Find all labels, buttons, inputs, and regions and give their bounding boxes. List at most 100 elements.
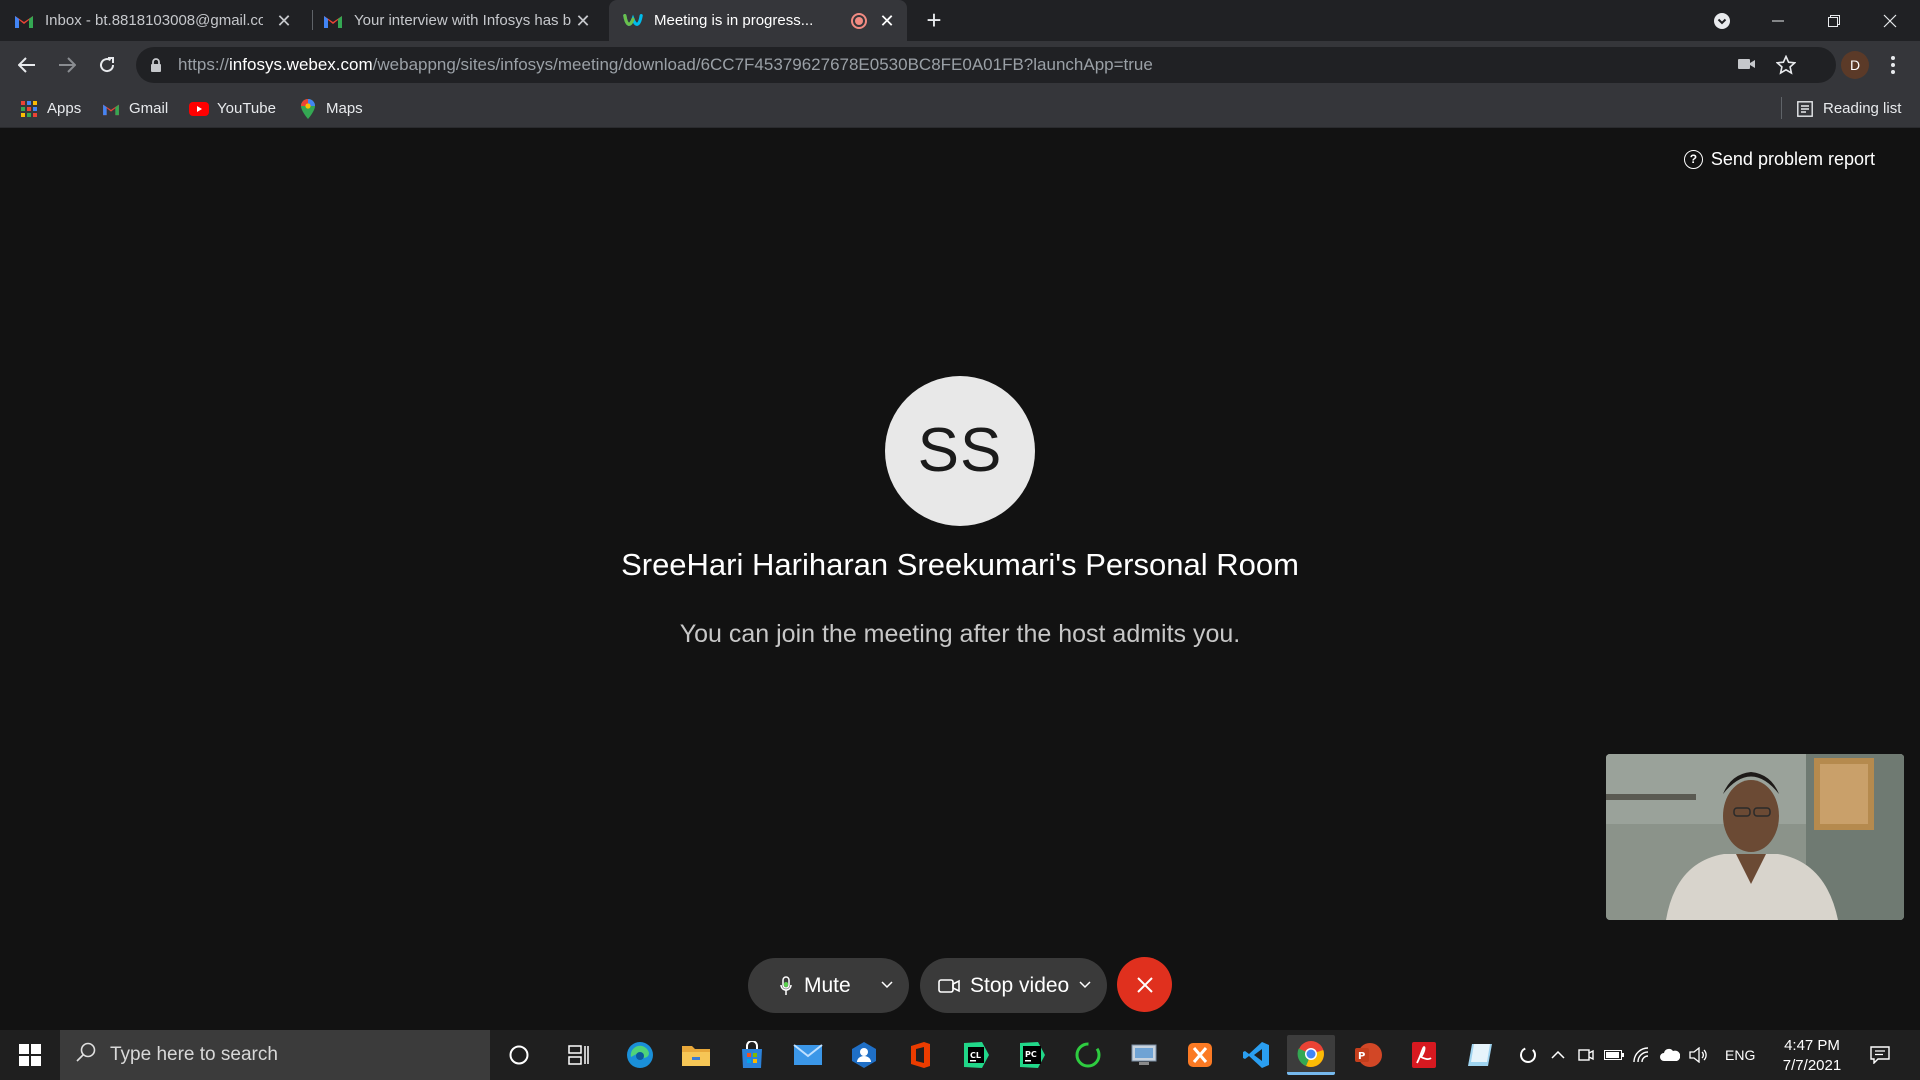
video-camera-icon: [938, 978, 960, 994]
youtube-icon: [189, 99, 209, 119]
close-tab-icon[interactable]: ✕: [573, 11, 593, 31]
taskbar-clock[interactable]: 4:47 PM 7/7/2021: [1770, 1036, 1854, 1076]
gmail-icon: [101, 99, 121, 119]
windows-start-button[interactable]: [0, 1030, 60, 1080]
mail-icon[interactable]: [784, 1035, 832, 1075]
send-problem-report-label: Send problem report: [1710, 149, 1875, 169]
edge-browser-icon[interactable]: [616, 1035, 664, 1075]
vscode-icon[interactable]: [1232, 1035, 1280, 1075]
taskbar-search-placeholder: Type here to search: [110, 1044, 278, 1065]
notifications-icon[interactable]: [1856, 1035, 1904, 1075]
reload-icon[interactable]: [91, 49, 123, 81]
clock-time: 4:47 PM: [1784, 1037, 1840, 1054]
leave-meeting-button[interactable]: [1117, 957, 1172, 1012]
stop-video-button[interactable]: Stop video: [920, 958, 1107, 1013]
language-indicator[interactable]: ENG: [1725, 1047, 1755, 1063]
browser-toolbar: https://infosys.webex.com/webappng/sites…: [0, 41, 1920, 89]
acrobat-icon[interactable]: [1400, 1035, 1448, 1075]
xampp-icon[interactable]: [1176, 1035, 1224, 1075]
browser-tabstrip: Inbox - bt.8818103008@gmail.co ✕ Your in…: [0, 0, 1920, 41]
help-icon: ?: [1683, 150, 1703, 169]
url-text: https://infosys.webex.com/webappng/sites…: [178, 55, 1153, 74]
tab-title: Meeting is in progress...: [654, 12, 814, 29]
reading-list-label: Reading list: [1823, 100, 1902, 117]
taskbar-search-box[interactable]: Type here to search: [60, 1030, 490, 1080]
tab-title: Inbox - bt.8818103008@gmail.co: [45, 12, 263, 29]
bookmark-label: YouTube: [217, 100, 276, 117]
bookmark-gmail[interactable]: Gmail: [101, 89, 168, 128]
lock-icon[interactable]: [150, 58, 168, 72]
chevron-down-icon[interactable]: [875, 973, 899, 997]
bookmarks-bar: Apps Gmail YouTube Maps Reading list: [0, 89, 1920, 128]
tab-inbox[interactable]: Inbox - bt.8818103008@gmail.co ✕: [14, 0, 304, 41]
tab-interview[interactable]: Your interview with Infosys has b ✕: [323, 0, 603, 41]
bookmark-youtube[interactable]: YouTube: [189, 89, 276, 128]
gmail-icon: [14, 11, 34, 31]
onedrive-icon[interactable]: [1657, 1048, 1683, 1062]
windows-taskbar: Type here to search CL PC P ENG 4:47 PM …: [0, 1030, 1920, 1080]
refresh-app-icon[interactable]: [1064, 1035, 1112, 1075]
gmail-icon: [323, 11, 343, 31]
clock-date: 7/7/2021: [1782, 1057, 1842, 1074]
notes-app-icon[interactable]: [1456, 1035, 1504, 1075]
stop-video-label: Stop video: [970, 973, 1070, 997]
wifi-icon[interactable]: [1629, 1047, 1655, 1063]
room-title: SreeHari Hariharan Sreekumari's Personal…: [621, 547, 1299, 582]
tab-search-icon[interactable]: [1694, 0, 1750, 41]
microphone-icon: [780, 975, 792, 996]
volume-icon[interactable]: [1685, 1047, 1711, 1063]
mute-button[interactable]: Mute: [748, 958, 909, 1013]
sync-icon[interactable]: [1515, 1046, 1541, 1064]
apps-grid-icon: [19, 99, 39, 119]
host-avatar: SS: [885, 376, 1035, 526]
bookmark-label: Maps: [326, 100, 363, 117]
self-video-preview: [1606, 754, 1904, 920]
close-icon: [1136, 976, 1154, 994]
menu-kebab-icon[interactable]: [1877, 49, 1909, 81]
people-app-icon[interactable]: [840, 1035, 888, 1075]
cortana-icon[interactable]: [495, 1035, 543, 1075]
task-view-icon[interactable]: [555, 1035, 603, 1075]
close-tab-icon[interactable]: ✕: [274, 11, 294, 31]
chrome-icon[interactable]: [1287, 1035, 1335, 1075]
office-icon[interactable]: [896, 1035, 944, 1075]
powerpoint-icon[interactable]: P: [1344, 1035, 1392, 1075]
minimize-button[interactable]: [1750, 0, 1806, 41]
svg-text:P: P: [1358, 1051, 1365, 1062]
camera-permission-icon[interactable]: [1738, 56, 1756, 76]
back-icon[interactable]: [11, 49, 43, 81]
svg-text:CL: CL: [970, 1051, 981, 1060]
battery-icon[interactable]: [1601, 1050, 1627, 1060]
webex-icon: [623, 11, 643, 31]
chevron-down-icon[interactable]: [1073, 973, 1097, 997]
maps-pin-icon: [298, 98, 318, 119]
new-tab-button[interactable]: +: [920, 7, 948, 35]
close-tab-icon[interactable]: ✕: [877, 11, 897, 31]
meet-now-icon[interactable]: [1573, 1047, 1599, 1063]
pycharm-icon[interactable]: PC: [1008, 1035, 1056, 1075]
remote-desktop-icon[interactable]: [1120, 1035, 1168, 1075]
close-window-button[interactable]: [1862, 0, 1918, 41]
svg-text:PC: PC: [1025, 1050, 1037, 1059]
address-bar[interactable]: https://infosys.webex.com/webappng/sites…: [136, 47, 1836, 83]
bookmark-label: Gmail: [129, 100, 169, 117]
file-explorer-icon[interactable]: [672, 1035, 720, 1075]
chevron-up-icon[interactable]: [1545, 1051, 1571, 1059]
microsoft-store-icon[interactable]: [728, 1035, 776, 1075]
bookmark-maps[interactable]: Maps: [298, 89, 363, 128]
bookmark-apps[interactable]: Apps: [19, 89, 81, 128]
forward-icon[interactable]: [51, 49, 83, 81]
recording-icon: [851, 13, 867, 29]
restore-button[interactable]: [1806, 0, 1862, 41]
search-icon: [76, 1042, 96, 1068]
clion-icon[interactable]: CL: [952, 1035, 1000, 1075]
bookmark-star-icon[interactable]: [1775, 54, 1797, 80]
reading-list-icon: [1795, 99, 1815, 119]
reading-list-button[interactable]: Reading list: [1795, 89, 1901, 128]
profile-avatar[interactable]: D: [1841, 51, 1869, 79]
send-problem-report-link[interactable]: ? Send problem report: [1683, 149, 1875, 170]
tab-meeting[interactable]: Meeting is in progress... ✕: [609, 0, 907, 41]
bookmark-label: Apps: [47, 100, 82, 117]
system-tray: ENG: [1515, 1030, 1755, 1080]
mute-label: Mute: [804, 973, 851, 997]
